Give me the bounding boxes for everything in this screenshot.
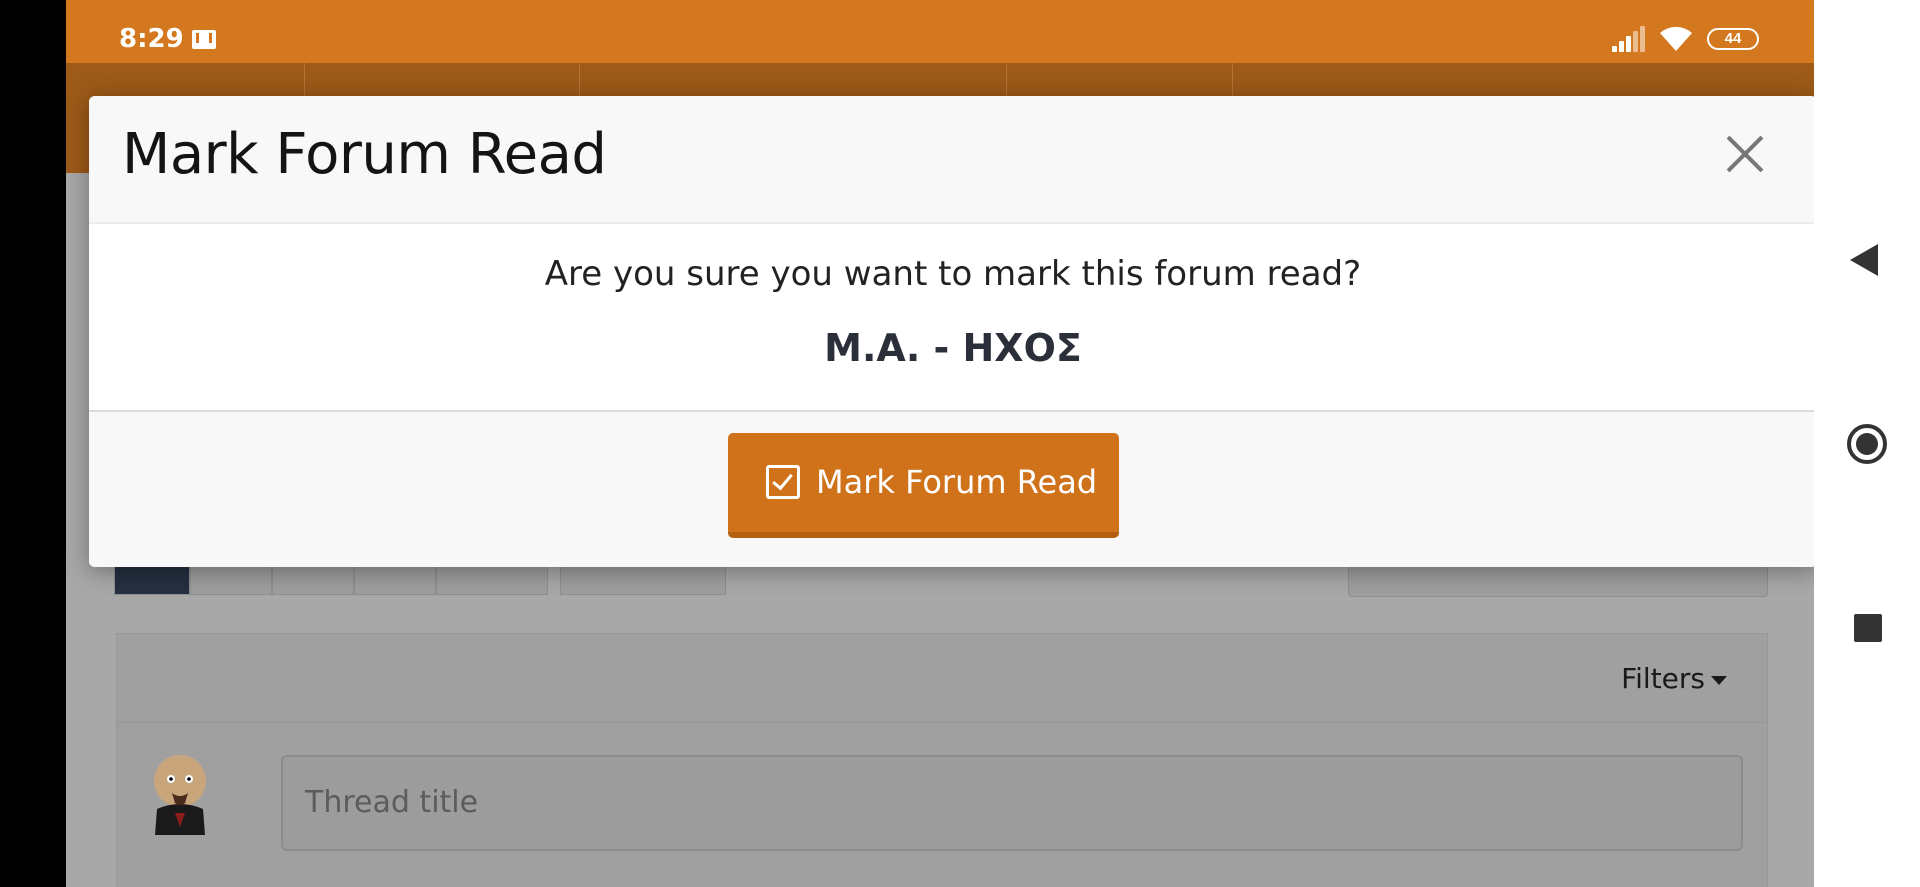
recents-icon[interactable] [1854, 614, 1882, 642]
back-icon[interactable] [1850, 244, 1878, 276]
battery-icon: 44 [1707, 28, 1759, 50]
wifi-icon [1660, 26, 1692, 51]
mark-forum-read-dialog: Mark Forum Read Are you sure you want to… [89, 96, 1814, 567]
mail-icon [192, 30, 216, 49]
avatar [154, 755, 206, 835]
home-icon[interactable] [1847, 424, 1887, 464]
modal-title: Mark Forum Read [122, 122, 607, 187]
modal-header: Mark Forum Read [89, 96, 1814, 224]
checkbox-check-icon [766, 465, 800, 499]
status-time: 8:29 [119, 24, 184, 54]
right-tabs[interactable] [1348, 563, 1768, 597]
close-icon[interactable] [1725, 134, 1765, 174]
modal-body: Are you sure you want to mark this forum… [89, 224, 1814, 412]
new-thread-panel: Thread title [116, 723, 1768, 887]
status-bar: 8:29 44 [66, 0, 1814, 63]
confirmation-question: Are you sure you want to mark this forum… [544, 254, 1362, 294]
thread-title-input[interactable]: Thread title [281, 755, 1743, 851]
modal-footer: Mark Forum Read [89, 412, 1814, 567]
android-nav-bar [1814, 0, 1920, 887]
filters-button[interactable]: Filters [1621, 662, 1727, 695]
filters-panel: Filters [116, 633, 1768, 723]
mark-forum-read-label: Mark Forum Read [816, 463, 1098, 501]
phone-screen: 8:29 44 Filters Thread title Mark Forum … [66, 0, 1814, 887]
forum-name: Μ.Α. - ΗΧΟΣ [824, 326, 1082, 370]
signal-icon [1612, 26, 1646, 52]
mark-forum-read-button[interactable]: Mark Forum Read [728, 433, 1119, 538]
filters-label: Filters [1621, 662, 1705, 695]
caret-down-icon [1711, 675, 1727, 685]
